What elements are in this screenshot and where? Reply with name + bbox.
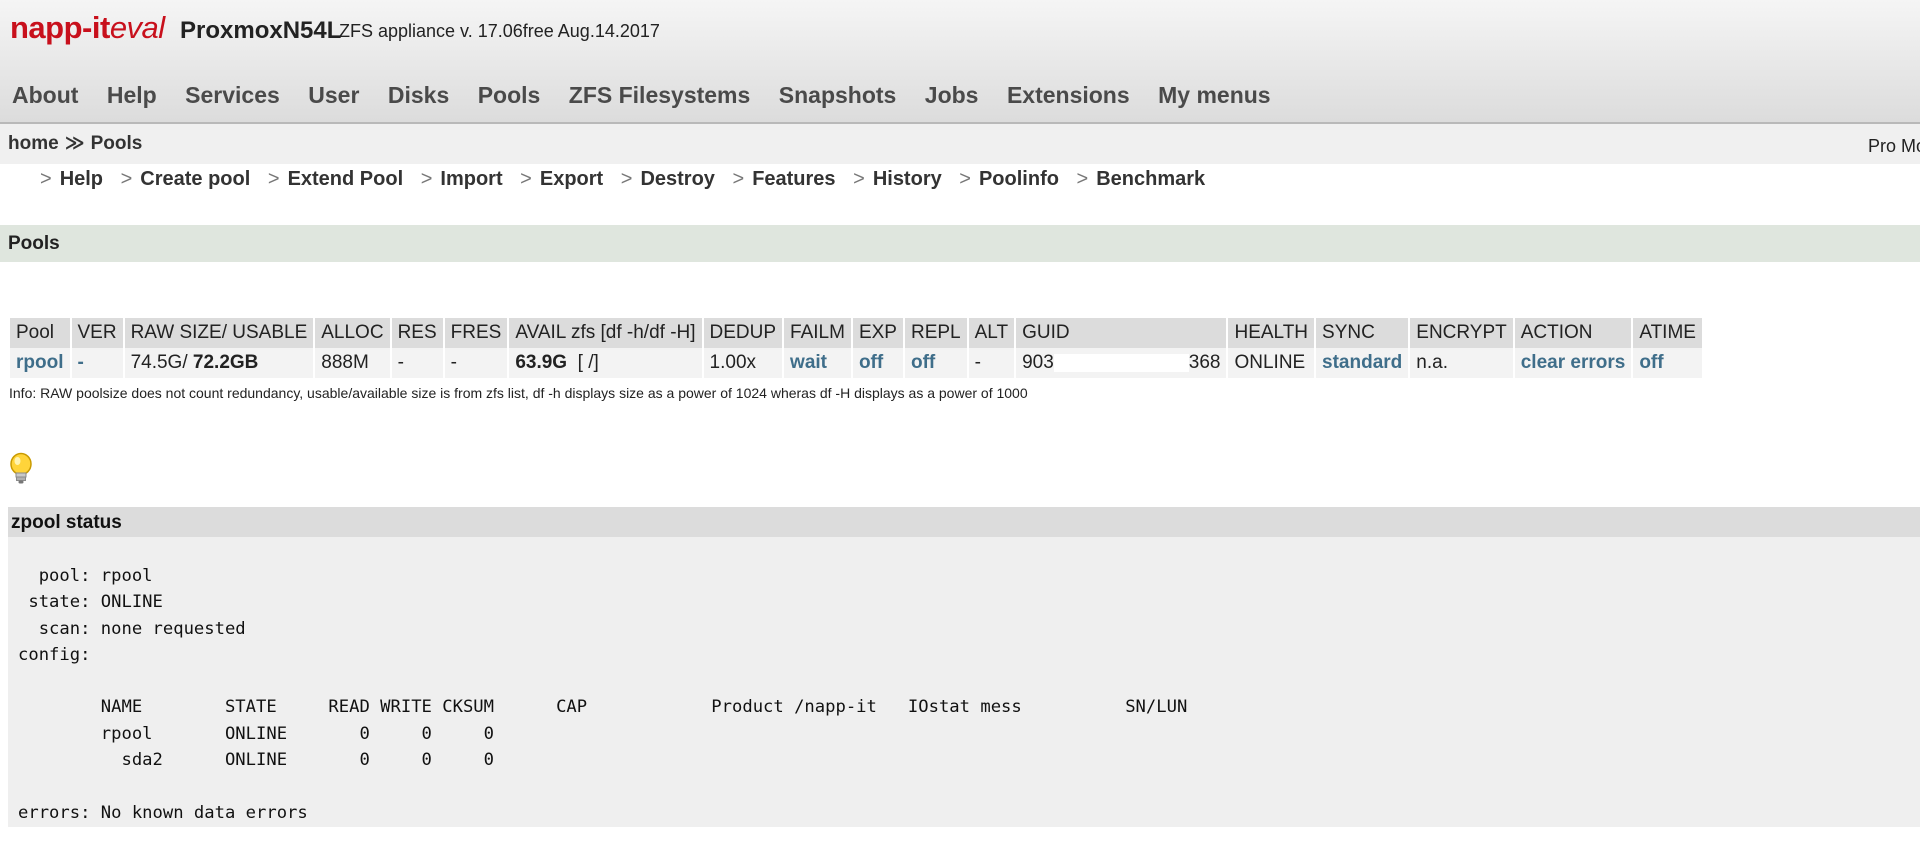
- zpool-status-header: zpool status: [8, 507, 1920, 537]
- raw-size-cell: 74.5G/ 72.2GB: [124, 348, 314, 378]
- clear-errors-link[interactable]: clear errors: [1521, 352, 1626, 373]
- replace-link[interactable]: off: [911, 352, 935, 373]
- nav-zfs-filesystems[interactable]: ZFS Filesystems: [569, 82, 751, 109]
- guid-redaction: [1053, 353, 1189, 372]
- col-repl: REPL: [904, 318, 967, 348]
- nav-my-menus[interactable]: My menus: [1158, 82, 1270, 109]
- guid-cell: 903 368: [1016, 348, 1227, 378]
- col-raw-size: RAW SIZE/ USABLE: [124, 318, 314, 348]
- submenu-poolinfo[interactable]: > Poolinfo: [959, 168, 1059, 191]
- col-atime: ATIME: [1633, 318, 1702, 348]
- alloc-cell: 888M: [315, 348, 390, 378]
- nav-user[interactable]: User: [308, 82, 359, 109]
- napp-it-logo[interactable]: napp-iteval: [10, 10, 165, 46]
- pool-name-link[interactable]: rpool: [16, 352, 64, 373]
- sync-link[interactable]: standard: [1322, 352, 1402, 373]
- section-title: Pools: [8, 233, 60, 254]
- lightbulb-icon[interactable]: [8, 452, 34, 486]
- nav-about[interactable]: About: [12, 82, 78, 109]
- col-action: ACTION: [1514, 318, 1632, 348]
- col-dedup: DEDUP: [703, 318, 783, 348]
- nav-disks[interactable]: Disks: [388, 82, 449, 109]
- dedup-cell: 1.00x: [703, 348, 783, 378]
- encrypt-cell: n.a.: [1410, 348, 1513, 378]
- atime-link[interactable]: off: [1639, 352, 1663, 373]
- submenu-help[interactable]: > Help: [40, 168, 103, 191]
- nav-services[interactable]: Services: [185, 82, 280, 109]
- pools-table: Pool VER RAW SIZE/ USABLE ALLOC RES FRES…: [8, 318, 1704, 378]
- col-alt: ALT: [968, 318, 1015, 348]
- col-exp: EXP: [852, 318, 903, 348]
- info-note: Info: RAW poolsize does not count redund…: [9, 385, 1028, 401]
- app-header: napp-iteval ProxmoxN54L ZFS appliance v.…: [0, 0, 1920, 124]
- failmode-link[interactable]: wait: [790, 352, 827, 373]
- submenu-create-pool[interactable]: > Create pool: [121, 168, 251, 191]
- col-alloc: ALLOC: [315, 318, 390, 348]
- section-bar: Pools: [0, 225, 1920, 262]
- alt-cell: -: [968, 348, 1015, 378]
- nav-snapshots[interactable]: Snapshots: [779, 82, 897, 109]
- submenu-history[interactable]: > History: [853, 168, 942, 191]
- col-ver: VER: [71, 318, 123, 348]
- submenu-import[interactable]: > Import: [421, 168, 503, 191]
- expand-link[interactable]: off: [859, 352, 883, 373]
- zpool-status-title: zpool status: [11, 512, 122, 533]
- pool-ver-link[interactable]: -: [78, 352, 84, 373]
- breadcrumb-home[interactable]: home: [8, 133, 59, 154]
- top-nav: About Help Services User Disks Pools ZFS…: [12, 82, 1295, 112]
- nav-extensions[interactable]: Extensions: [1007, 82, 1130, 109]
- submenu-benchmark[interactable]: > Benchmark: [1077, 168, 1206, 191]
- zpool-status-panel: pool: rpool state: ONLINE scan: none req…: [8, 537, 1920, 827]
- res-cell: -: [391, 348, 443, 378]
- table-header-row: Pool VER RAW SIZE/ USABLE ALLOC RES FRES…: [10, 318, 1702, 348]
- nav-jobs[interactable]: Jobs: [925, 82, 979, 109]
- col-avail: AVAIL zfs [df -h/df -H]: [509, 318, 702, 348]
- breadcrumb-bar: home≫Pools Pro Mo: [0, 124, 1920, 164]
- appliance-version: ZFS appliance v. 17.06free Aug.14.2017: [339, 21, 660, 41]
- logo-text: napp-it: [10, 10, 110, 45]
- hostname: ProxmoxN54L: [180, 17, 342, 44]
- pools-submenu: > Help > Create pool > Extend Pool > Import …: [40, 168, 1217, 191]
- col-failm: FAILM: [784, 318, 851, 348]
- health-cell: ONLINE: [1228, 348, 1315, 378]
- col-pool: Pool: [10, 318, 70, 348]
- logo-eval-text: eval: [109, 10, 165, 45]
- promo-text[interactable]: Pro Mo: [1868, 136, 1920, 157]
- table-row: rpool - 74.5G/ 72.2GB 888M - - 63.9G [ /…: [10, 348, 1702, 378]
- zpool-status-output: pool: rpool state: ONLINE scan: none req…: [18, 566, 1188, 823]
- col-res: RES: [391, 318, 443, 348]
- submenu-extend-pool[interactable]: > Extend Pool: [268, 168, 403, 191]
- submenu-export[interactable]: > Export: [520, 168, 603, 191]
- breadcrumb-separator: ≫: [64, 133, 85, 154]
- submenu-features[interactable]: > Features: [733, 168, 836, 191]
- nav-pools[interactable]: Pools: [478, 82, 541, 109]
- col-health: HEALTH: [1228, 318, 1315, 348]
- breadcrumb: home ≫ Pools: [8, 132, 142, 155]
- fres-cell: -: [444, 348, 508, 378]
- nav-help[interactable]: Help: [107, 82, 157, 109]
- avail-cell: 63.9G [ /]: [509, 348, 702, 378]
- col-fres: FRES: [444, 318, 508, 348]
- col-guid: GUID: [1016, 318, 1227, 348]
- breadcrumb-current: Pools: [90, 133, 143, 154]
- col-sync: SYNC: [1316, 318, 1409, 348]
- col-encrypt: ENCRYPT: [1410, 318, 1513, 348]
- submenu-destroy[interactable]: > Destroy: [621, 168, 715, 191]
